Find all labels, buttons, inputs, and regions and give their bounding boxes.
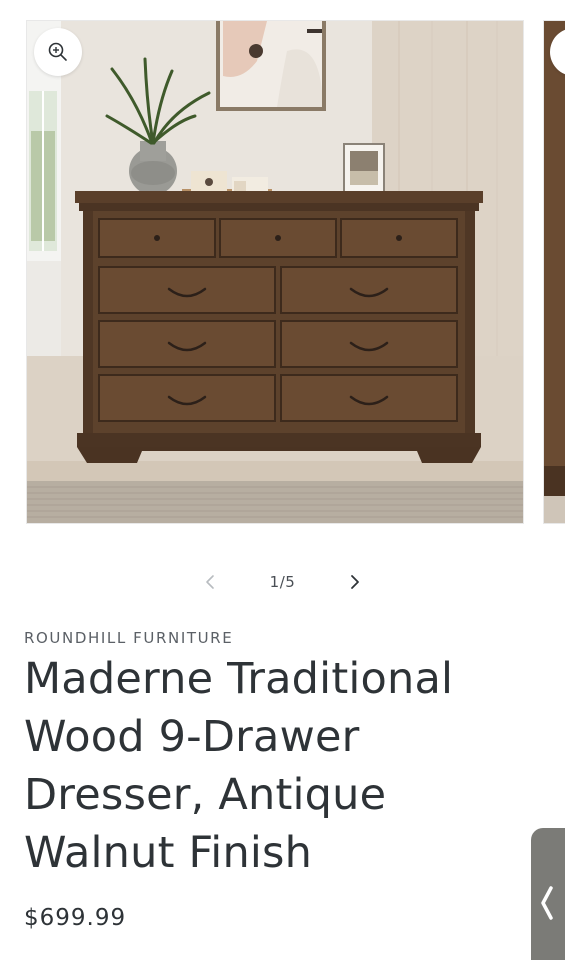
chevron-right-icon bbox=[351, 575, 360, 589]
next-photo-preview bbox=[544, 21, 565, 523]
slide-counter: 1/5 bbox=[269, 573, 296, 591]
previous-slide-button[interactable] bbox=[198, 570, 222, 594]
product-title-line: Maderne Traditional bbox=[24, 654, 454, 704]
product-title: Maderne Traditional Wood 9-Drawer Dresse… bbox=[24, 650, 524, 882]
product-image-slide[interactable] bbox=[26, 20, 524, 524]
product-page: 1/5 ROUNDHILL FURNITURE Maderne Traditio… bbox=[0, 0, 565, 960]
product-title-line: Dresser, Antique bbox=[24, 770, 387, 820]
product-photo bbox=[27, 21, 523, 523]
gallery-pager: 1/5 bbox=[0, 562, 565, 602]
next-slide-peek[interactable] bbox=[543, 20, 565, 524]
chevron-left-icon bbox=[541, 886, 553, 920]
product-title-line: Walnut Finish bbox=[24, 828, 313, 878]
zoom-button[interactable] bbox=[34, 28, 82, 76]
product-vendor: ROUNDHILL FURNITURE bbox=[24, 629, 234, 647]
zoom-in-icon bbox=[48, 42, 67, 61]
next-slide-button[interactable] bbox=[343, 570, 367, 594]
product-gallery[interactable] bbox=[0, 0, 565, 540]
product-price: $699.99 bbox=[24, 905, 127, 931]
product-title-line: Wood 9-Drawer bbox=[24, 712, 360, 762]
side-drawer-tab[interactable] bbox=[531, 828, 565, 960]
chevron-left-icon bbox=[205, 575, 214, 589]
